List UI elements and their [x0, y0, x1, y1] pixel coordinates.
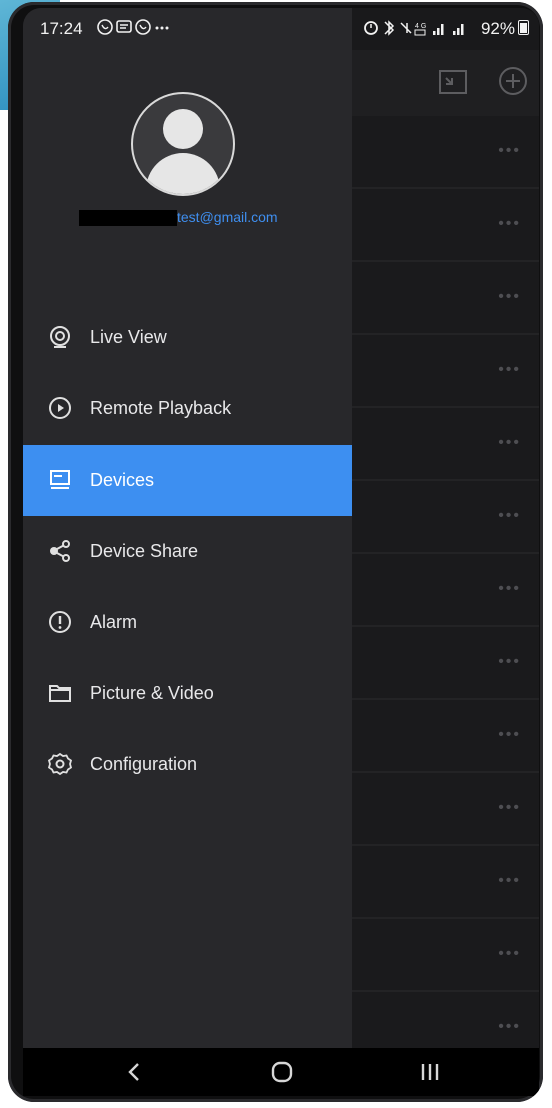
more-options-icon[interactable]: ••• — [498, 799, 521, 817]
menu-label: Alarm — [90, 612, 138, 632]
device-list-background: ••• ••• ••• ••• ••• ••• ••• ••• ••• ••• ••• ••• ••• — [352, 8, 539, 1065]
device-row[interactable]: ••• — [352, 262, 539, 335]
menu-label: Live View — [90, 327, 167, 347]
more-options-icon[interactable]: ••• — [498, 361, 521, 379]
email-text: test@gmail.com — [177, 209, 278, 225]
play-circle-icon — [49, 397, 71, 419]
device-row[interactable]: ••• — [352, 846, 539, 919]
gear-icon — [48, 752, 72, 776]
avatar[interactable] — [131, 92, 235, 196]
more-options-icon[interactable]: ••• — [498, 580, 521, 598]
menu-item-live-view[interactable]: Live View — [23, 302, 352, 373]
menu-item-configuration[interactable]: Configuration — [23, 729, 352, 800]
menu-label: Configuration — [90, 754, 198, 774]
share-icon — [50, 540, 70, 562]
battery-status: 92% — [481, 19, 529, 39]
menu-item-device-share[interactable]: Device Share — [23, 516, 352, 587]
signal-icons: 4G — [364, 20, 464, 36]
status-bar: 17:24 4G 92% — [23, 8, 539, 50]
device-row[interactable]: ••• — [352, 481, 539, 554]
menu-label: Remote Playback — [90, 398, 232, 418]
avatar-head — [163, 109, 203, 149]
camera-icon — [50, 326, 70, 348]
more-options-icon[interactable]: ••• — [498, 726, 521, 744]
add-device-icon[interactable] — [498, 66, 528, 96]
more-options-icon[interactable]: ••• — [498, 215, 521, 233]
status-time: 17:24 — [40, 19, 83, 38]
import-icon[interactable] — [438, 66, 468, 96]
more-options-icon[interactable]: ••• — [498, 945, 521, 963]
system-navigation-bar — [23, 1048, 539, 1096]
navigation-drawer: test@gmail.com Live View Remote Playback — [23, 8, 352, 1048]
device-list-toolbar — [352, 50, 539, 116]
menu-item-devices[interactable]: Devices — [23, 445, 352, 516]
menu-label: Devices — [90, 470, 155, 490]
more-options-icon[interactable]: ••• — [498, 507, 521, 525]
back-icon[interactable] — [119, 1059, 149, 1085]
device-row[interactable]: ••• — [352, 627, 539, 700]
more-options-icon[interactable]: ••• — [498, 142, 521, 160]
svg-text:4G: 4G — [415, 23, 428, 30]
recents-icon[interactable] — [415, 1059, 445, 1085]
menu-item-picture-video[interactable]: Picture & Video — [23, 658, 352, 729]
device-row[interactable]: ••• — [352, 408, 539, 481]
more-options-icon[interactable]: ••• — [498, 434, 521, 452]
redacted-username — [79, 210, 177, 226]
menu-label: Device Share — [90, 541, 199, 561]
devices-icon — [50, 470, 70, 489]
device-row[interactable]: ••• — [352, 554, 539, 627]
screen: 17:24 4G 92% ••• ••• ••• ••• ••• ••• •••… — [23, 8, 539, 1096]
system-status-icons: 4G — [363, 18, 481, 41]
avatar-body — [146, 153, 220, 194]
device-row[interactable]: ••• — [352, 919, 539, 992]
device-row[interactable]: ••• — [352, 189, 539, 262]
notification-icons — [97, 17, 171, 42]
device-row[interactable]: ••• — [352, 335, 539, 408]
menu-label: Picture & Video — [90, 683, 214, 703]
menu-item-remote-playback[interactable]: Remote Playback — [23, 373, 352, 444]
more-options-icon[interactable]: ••• — [498, 288, 521, 306]
device-row[interactable]: ••• — [352, 700, 539, 773]
more-options-icon[interactable]: ••• — [498, 1018, 521, 1036]
battery-icon — [518, 20, 529, 35]
folder-icon — [49, 685, 71, 702]
device-row[interactable]: ••• — [352, 773, 539, 846]
more-options-icon[interactable]: ••• — [498, 653, 521, 671]
phone-frame: 17:24 4G 92% ••• ••• ••• ••• ••• ••• •••… — [8, 2, 543, 1102]
notification-app-icons — [97, 19, 169, 35]
more-options-icon[interactable]: ••• — [498, 872, 521, 890]
device-row[interactable]: ••• — [352, 116, 539, 189]
alarm-icon — [49, 611, 71, 633]
battery-percent: 92% — [480, 19, 515, 38]
home-icon[interactable] — [267, 1059, 297, 1085]
menu-item-alarm[interactable]: Alarm — [23, 587, 352, 658]
